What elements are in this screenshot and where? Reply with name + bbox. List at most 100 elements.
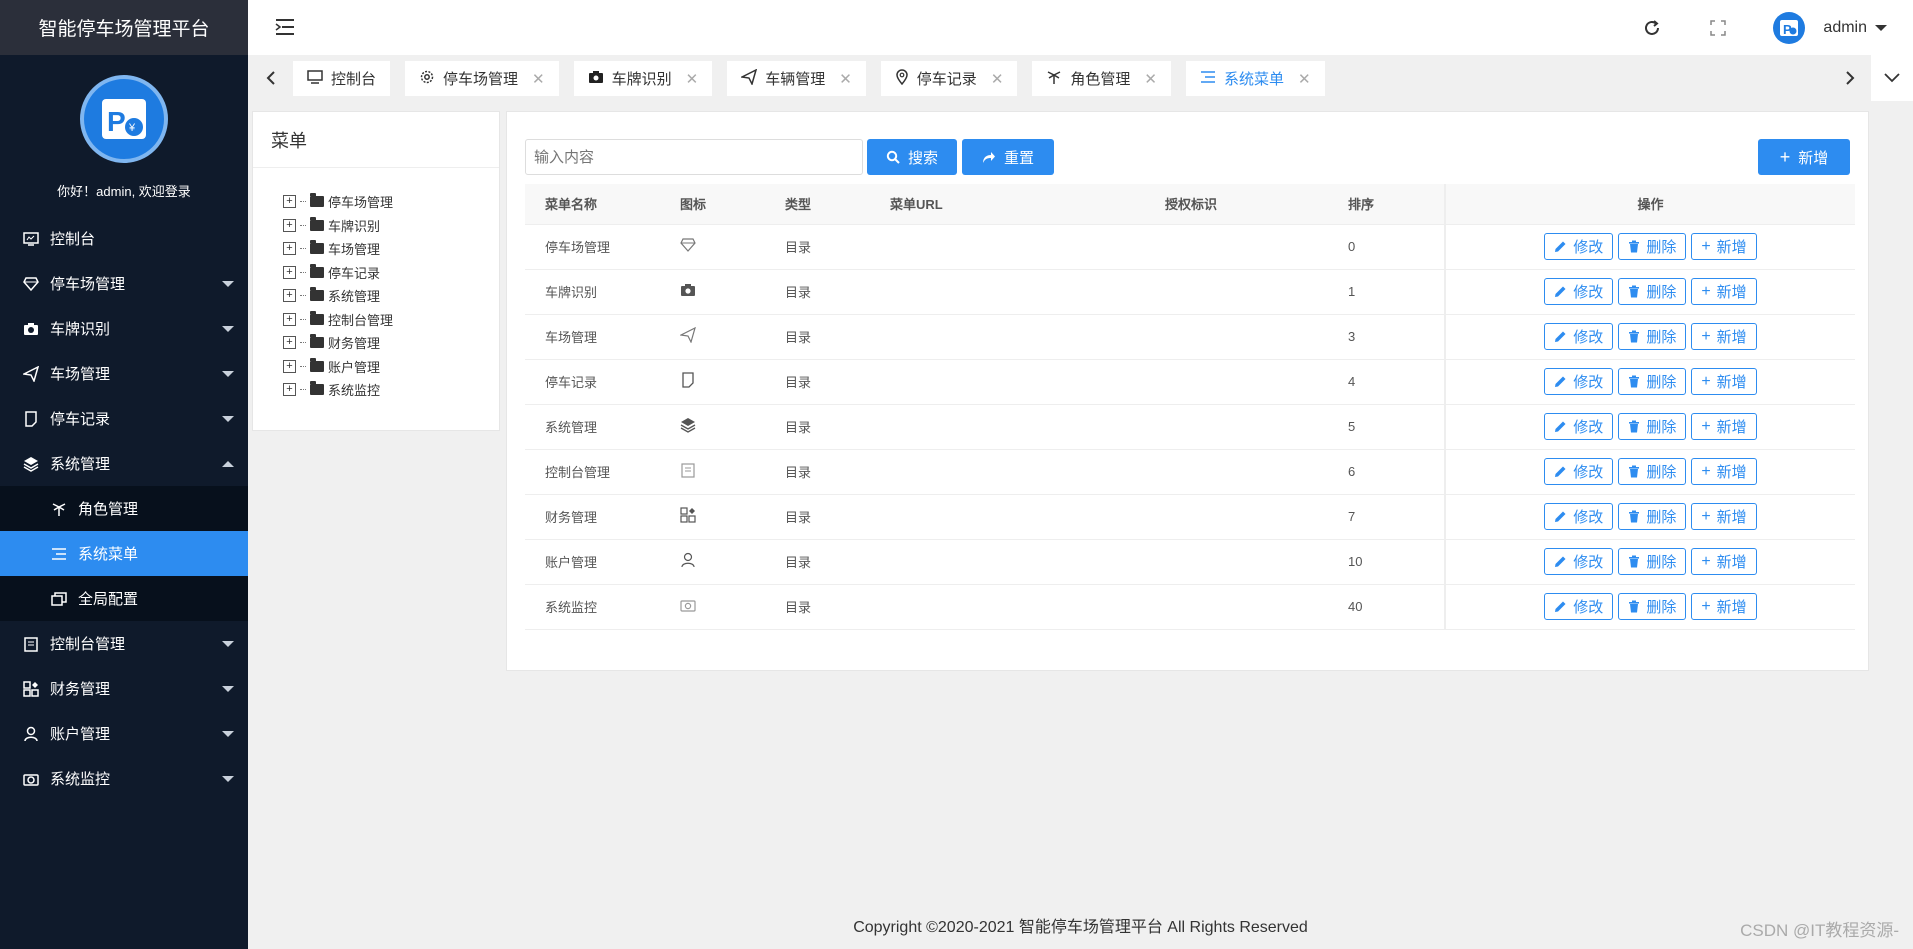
tab-roles[interactable]: 角色管理 ✕ <box>1032 61 1171 96</box>
monitor-icon <box>307 69 323 88</box>
delete-button[interactable]: 删除 <box>1618 233 1687 260</box>
expand-icon[interactable]: + <box>283 336 296 350</box>
edit-button[interactable]: 修改 <box>1544 368 1614 395</box>
sidebar-item-lot[interactable]: 车场管理 <box>0 351 248 396</box>
delete-button[interactable]: 删除 <box>1618 458 1687 485</box>
delete-button[interactable]: 删除 <box>1618 503 1687 530</box>
menu-lines-icon <box>50 545 68 563</box>
sidebar-menu: 控制台 停车场管理 车牌识别 车场管理 停车记录 系统管理 角色管理 系统菜单 … <box>0 216 248 801</box>
add-menu-button[interactable]: + 新增 <box>1758 139 1850 175</box>
close-icon[interactable]: ✕ <box>686 70 699 88</box>
close-icon[interactable]: ✕ <box>532 70 545 88</box>
tree-node[interactable]: + 停车记录 <box>283 261 499 285</box>
collapse-menu-icon[interactable] <box>274 16 296 38</box>
tree-node[interactable]: + 系统监控 <box>283 378 499 402</box>
user-avatar[interactable]: P <box>1773 11 1806 44</box>
username[interactable]: admin <box>1823 19 1867 37</box>
delete-button[interactable]: 删除 <box>1618 323 1687 350</box>
reset-button-label: 重置 <box>1003 149 1034 167</box>
add-child-button[interactable]: + 新增 <box>1691 368 1757 395</box>
tree-node[interactable]: + 停车场管理 <box>283 190 499 214</box>
tab-vehicle[interactable]: 车辆管理 ✕ <box>727 61 866 96</box>
tree-node[interactable]: + 车场管理 <box>283 237 499 261</box>
add-child-button[interactable]: + 新增 <box>1691 593 1757 620</box>
menu-tree: + 停车场管理 + 车牌识别 + 车场管理 + 停车记录 + 系统管理 + 控制台管理 + 财… <box>253 168 499 402</box>
edit-button[interactable]: 修改 <box>1544 458 1614 485</box>
reset-button[interactable]: 重置 <box>962 139 1054 175</box>
edit-button[interactable]: 修改 <box>1544 503 1614 530</box>
sidebar-item-global-config[interactable]: 全局配置 <box>0 576 248 621</box>
add-child-button[interactable]: + 新增 <box>1691 413 1757 440</box>
sidebar-item-dashboard[interactable]: 控制台 <box>0 216 248 261</box>
close-icon[interactable]: ✕ <box>1144 70 1157 88</box>
avatar[interactable]: P ¥ <box>80 75 168 163</box>
pencil-icon <box>1555 601 1566 612</box>
add-child-button[interactable]: + 新增 <box>1691 458 1757 485</box>
close-icon[interactable]: ✕ <box>1298 70 1311 88</box>
sidebar-item-parking[interactable]: 停车场管理 <box>0 261 248 306</box>
add-child-button[interactable]: + 新增 <box>1691 503 1757 530</box>
sidebar-item-system[interactable]: 系统管理 <box>0 441 248 486</box>
delete-button[interactable]: 删除 <box>1618 593 1687 620</box>
edit-button[interactable]: 修改 <box>1544 593 1614 620</box>
close-icon[interactable]: ✕ <box>991 70 1004 88</box>
delete-button[interactable]: 删除 <box>1618 278 1687 305</box>
delete-button[interactable]: 删除 <box>1618 368 1687 395</box>
add-child-button[interactable]: + 新增 <box>1691 323 1757 350</box>
tab-system-menu[interactable]: 系统菜单 ✕ <box>1185 61 1325 96</box>
search-input[interactable] <box>525 139 863 175</box>
chevron-down-icon[interactable] <box>1875 24 1887 31</box>
tab-scroll-left-icon[interactable] <box>256 55 286 101</box>
expand-icon[interactable]: + <box>283 195 296 209</box>
folder-icon <box>310 381 324 396</box>
edit-label: 修改 <box>1573 599 1604 616</box>
sidebar-item-plate[interactable]: 车牌识别 <box>0 306 248 351</box>
expand-icon[interactable]: + <box>283 383 296 397</box>
add-child-button[interactable]: + 新增 <box>1691 278 1757 305</box>
sidebar-item-monitor[interactable]: 系统监控 <box>0 756 248 801</box>
sidebar-item-records[interactable]: 停车记录 <box>0 396 248 441</box>
sidebar-item-system-menu[interactable]: 系统菜单 <box>0 531 248 576</box>
tree-node[interactable]: + 控制台管理 <box>283 308 499 332</box>
refresh-icon[interactable] <box>1641 17 1663 39</box>
edit-button[interactable]: 修改 <box>1544 413 1614 440</box>
expand-icon[interactable]: + <box>283 312 296 326</box>
sidebar-item-accounts[interactable]: 账户管理 <box>0 711 248 756</box>
tab-dropdown-icon[interactable] <box>1871 55 1913 101</box>
delete-button[interactable]: 删除 <box>1618 413 1687 440</box>
add-child-button[interactable]: + 新增 <box>1691 233 1757 260</box>
edit-label: 修改 <box>1573 284 1604 301</box>
user-icon <box>22 725 40 743</box>
add-child-button[interactable]: + 新增 <box>1691 548 1757 575</box>
edit-button[interactable]: 修改 <box>1544 233 1614 260</box>
edit-button[interactable]: 修改 <box>1544 548 1614 575</box>
expand-icon[interactable]: + <box>283 218 296 232</box>
expand-icon[interactable]: + <box>283 359 296 373</box>
tab-parking[interactable]: 停车场管理 ✕ <box>405 61 559 96</box>
delete-button[interactable]: 删除 <box>1618 548 1687 575</box>
sidebar-item-label: 控制台 <box>50 231 96 248</box>
sidebar-item-console-mgmt[interactable]: 控制台管理 <box>0 621 248 666</box>
sidebar-item-finance[interactable]: 财务管理 <box>0 666 248 711</box>
edit-button[interactable]: 修改 <box>1544 278 1614 305</box>
tree-node[interactable]: + 账户管理 <box>283 355 499 379</box>
tree-node-label: 车场管理 <box>328 242 381 258</box>
tree-node[interactable]: + 财务管理 <box>283 331 499 355</box>
sidebar-item-roles[interactable]: 角色管理 <box>0 486 248 531</box>
close-icon[interactable]: ✕ <box>839 70 852 88</box>
tab-records[interactable]: 停车记录 ✕ <box>880 61 1018 96</box>
search-button[interactable]: 搜索 <box>867 139 957 175</box>
expand-icon[interactable]: + <box>283 289 296 303</box>
plus-icon: + <box>1701 417 1711 435</box>
tree-node[interactable]: + 车牌识别 <box>283 214 499 238</box>
fullscreen-icon[interactable] <box>1707 17 1729 39</box>
tab-scroll-right-icon[interactable] <box>1835 55 1865 101</box>
tree-node[interactable]: + 系统管理 <box>283 284 499 308</box>
pencil-icon <box>1555 466 1566 477</box>
expand-icon[interactable]: + <box>283 242 296 256</box>
expand-icon[interactable]: + <box>283 265 296 279</box>
edit-button[interactable]: 修改 <box>1544 323 1614 350</box>
tab-dashboard[interactable]: 控制台 <box>293 61 391 96</box>
tab-plate[interactable]: 车牌识别 ✕ <box>573 61 713 96</box>
menu-tree-panel: 菜单 + 停车场管理 + 车牌识别 + 车场管理 + 停车记录 + 系统管理 + 控制台管理… <box>252 111 500 431</box>
